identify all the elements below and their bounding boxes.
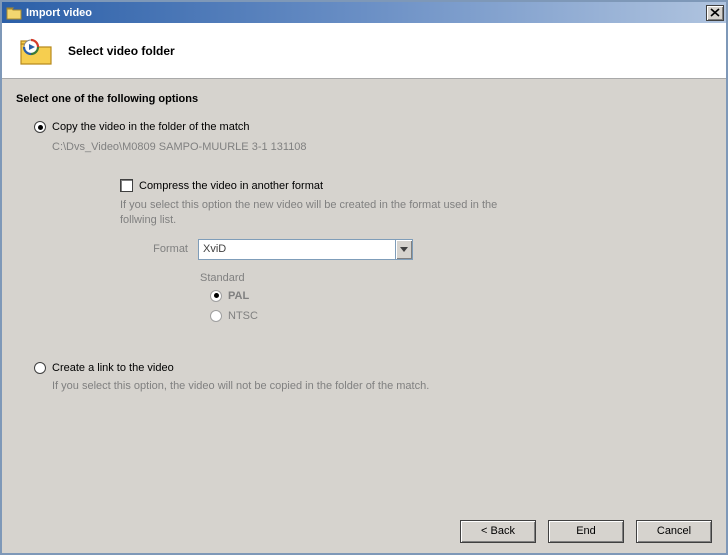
- back-button[interactable]: < Back: [460, 520, 536, 543]
- page-title: Select video folder: [68, 44, 175, 58]
- folder-video-icon: [18, 35, 54, 67]
- format-dropdown-button[interactable]: [395, 239, 413, 260]
- compress-help-text: If you select this option the new video …: [120, 198, 500, 229]
- radio-copy-video[interactable]: [34, 121, 46, 133]
- window-title: Import video: [26, 7, 92, 19]
- wizard-button-bar: < Back End Cancel: [2, 509, 726, 553]
- content-area: Select one of the following options Copy…: [2, 79, 726, 509]
- compress-label: Compress the video in another format: [139, 180, 323, 192]
- standard-block: Standard PAL NTSC: [200, 272, 712, 322]
- radio-pal[interactable]: [210, 290, 222, 302]
- close-icon: [710, 8, 720, 17]
- titlebar: Import video: [2, 2, 726, 23]
- radio-link-video[interactable]: [34, 362, 46, 374]
- pal-label: PAL: [228, 290, 249, 302]
- import-video-window: Import video Select video folder: [0, 0, 728, 555]
- radio-ntsc[interactable]: [210, 310, 222, 322]
- option-copy-label: Copy the video in the folder of the matc…: [52, 121, 250, 133]
- format-combo: [198, 239, 413, 260]
- format-label: Format: [120, 243, 198, 255]
- standard-label: Standard: [200, 272, 712, 284]
- end-button[interactable]: End: [548, 520, 624, 543]
- compress-section: Compress the video in another format If …: [120, 179, 712, 322]
- format-row: Format: [120, 239, 712, 260]
- option-copy-row: Copy the video in the folder of the matc…: [34, 121, 712, 133]
- option-link-row: Create a link to the video: [34, 362, 712, 374]
- folder-icon: [6, 6, 22, 20]
- standard-pal-row: PAL: [210, 290, 712, 302]
- chevron-down-icon: [400, 247, 408, 252]
- titlebar-left: Import video: [6, 6, 92, 20]
- standard-ntsc-row: NTSC: [210, 310, 712, 322]
- compress-row: Compress the video in another format: [120, 179, 712, 192]
- format-input[interactable]: [198, 239, 395, 260]
- option-link-section: Create a link to the video If you select…: [16, 362, 712, 392]
- header-panel: Select video folder: [2, 23, 726, 79]
- option-link-help: If you select this option, the video wil…: [52, 380, 712, 392]
- option-link-label: Create a link to the video: [52, 362, 174, 374]
- checkbox-compress[interactable]: [120, 179, 133, 192]
- destination-path: C:\Dvs_Video\M0809 SAMPO-MUURLE 3-1 1311…: [52, 141, 712, 153]
- cancel-button[interactable]: Cancel: [636, 520, 712, 543]
- close-button[interactable]: [706, 5, 724, 21]
- ntsc-label: NTSC: [228, 310, 258, 322]
- section-heading: Select one of the following options: [16, 93, 712, 105]
